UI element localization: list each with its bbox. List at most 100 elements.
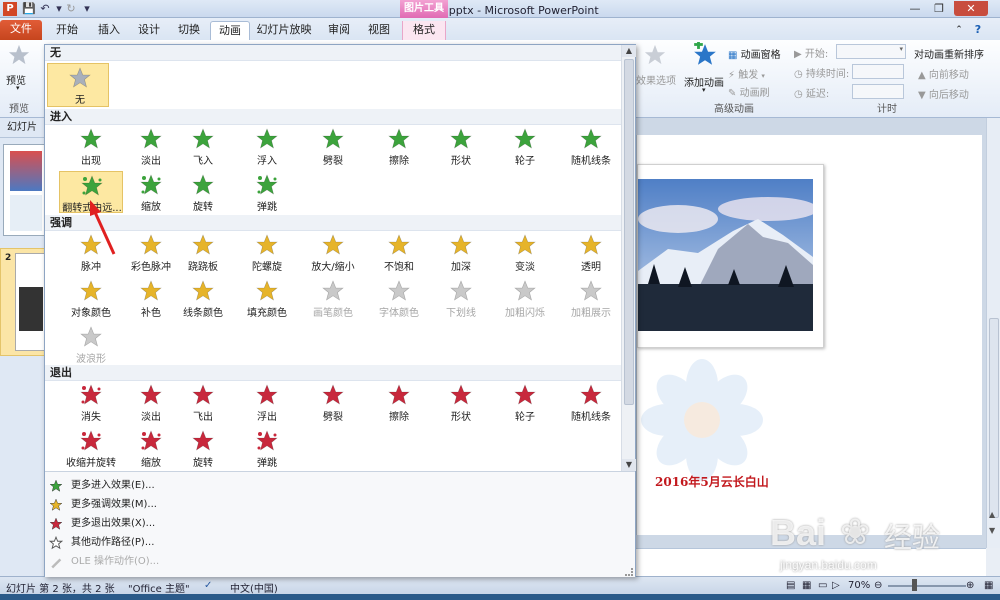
more-effects-menu-item-3[interactable]: 更多退出效果(X)...: [45, 514, 635, 533]
effect-label: 旋转: [193, 202, 213, 213]
tab-home[interactable]: 开始: [50, 21, 84, 40]
emphasis-effect-18[interactable]: 加粗展示: [559, 277, 621, 319]
emphasis-effect-12[interactable]: 线条颜色: [171, 277, 235, 319]
close-button[interactable]: ✕: [954, 1, 988, 16]
none-effect-1[interactable]: 无: [47, 63, 109, 107]
tab-format[interactable]: 格式: [402, 21, 446, 40]
start-select[interactable]: ▾: [836, 44, 906, 59]
emphasis-effect-7[interactable]: 加深: [429, 231, 493, 273]
resize-grip-icon[interactable]: [625, 568, 633, 576]
more-effects-menu-item-4[interactable]: 其他动作路径(P)...: [45, 533, 635, 552]
duration-stepper[interactable]: [852, 64, 904, 79]
more-effects-menu-item-1[interactable]: 更多进入效果(E)...: [45, 476, 635, 495]
slide-thumbnail-1[interactable]: [3, 144, 45, 236]
entrance-effect-6[interactable]: 擦除: [367, 125, 431, 167]
animation-pane-button[interactable]: ▦ 动画窗格: [728, 46, 781, 61]
emphasis-effect-16[interactable]: 下划线: [429, 277, 493, 319]
menu-item-label: 更多退出效果(X)...: [71, 518, 156, 529]
more-effects-menu-item-5[interactable]: OLE 操作动作(O)...: [45, 552, 635, 571]
trigger-button[interactable]: ⚡ 触发 ▾: [728, 66, 765, 81]
slide-caption[interactable]: 2016年5月云长白山: [655, 473, 769, 490]
exit-effect-9[interactable]: 随机线条: [559, 381, 621, 423]
slide-thumbnail-2-selected[interactable]: 2: [0, 248, 46, 356]
effect-label: 旋转: [193, 458, 213, 469]
emphasis-effect-4[interactable]: 陀螺旋: [235, 231, 299, 273]
tab-transitions[interactable]: 切换: [172, 21, 206, 40]
exit-effect-7[interactable]: 形状: [429, 381, 493, 423]
mountain-photo[interactable]: [638, 179, 813, 331]
delay-stepper[interactable]: [852, 84, 904, 99]
emphasis-effect-9[interactable]: 透明: [559, 231, 621, 273]
exit-effect-6[interactable]: 擦除: [367, 381, 431, 423]
slide-canvas[interactable]: 2016年5月云长白山: [636, 135, 982, 535]
slide-editing-area[interactable]: 2016年5月云长白山: [636, 118, 986, 548]
exit-effect-1[interactable]: 消失: [59, 381, 123, 423]
entrance-effect-3[interactable]: 飞入: [171, 125, 235, 167]
advanced-animation-group-label: 高级动画: [714, 104, 754, 115]
effect-label: 劈裂: [323, 156, 343, 167]
gallery-scrollbar[interactable]: ▲ ▼: [621, 45, 636, 471]
minimize-button[interactable]: —: [904, 1, 926, 16]
exit-star-icon: [256, 384, 278, 405]
theme-name[interactable]: "Office 主题": [128, 580, 190, 595]
emphasis-effect-17[interactable]: 加粗闪烁: [493, 277, 557, 319]
exit-effect-10[interactable]: 收缩并旋转: [59, 427, 123, 469]
help-icon[interactable]: ?: [970, 21, 986, 40]
more-effects-menu-item-2[interactable]: 更多强调效果(M)...: [45, 495, 635, 514]
exit-effect-13[interactable]: 弹跳: [235, 427, 299, 469]
photo-frame[interactable]: [637, 164, 824, 348]
emphasis-effect-8[interactable]: 变淡: [493, 231, 557, 273]
emphasis-effect-19[interactable]: 波浪形: [59, 323, 123, 365]
emphasis-effect-14[interactable]: 画笔颜色: [301, 277, 365, 319]
emphasis-effect-10[interactable]: 对象颜色: [59, 277, 123, 319]
entrance-effect-9[interactable]: 随机线条: [559, 125, 621, 167]
tab-slide-show[interactable]: 幻灯片放映: [254, 21, 314, 40]
baidu-watermark: Bai ❀ 经验 jingyan.baidu.com: [770, 512, 1000, 582]
tab-review[interactable]: 审阅: [322, 21, 356, 40]
entrance-effect-13[interactable]: 弹跳: [235, 171, 299, 213]
emphasis-effect-3[interactable]: 跷跷板: [171, 231, 235, 273]
slide-vertical-scrollbar[interactable]: ▲ ▼: [986, 118, 1000, 548]
exit-effect-12[interactable]: 旋转: [171, 427, 235, 469]
tab-design[interactable]: 设计: [132, 21, 166, 40]
language-indicator[interactable]: 中文(中国): [230, 580, 278, 595]
animation-gallery-dropdown: 无 无 进入 出现淡出飞入浮入劈裂擦除形状轮子随机线条翻转式由远...缩放旋转弹…: [44, 44, 636, 577]
exit-effect-5[interactable]: 劈裂: [301, 381, 365, 423]
emphasis-star-icon: [580, 234, 602, 255]
restore-button[interactable]: ❐: [928, 1, 950, 16]
gallery-scroll-thumb[interactable]: [624, 59, 634, 405]
move-earlier-button[interactable]: ▲ 向前移动: [918, 66, 969, 81]
exit-effect-3[interactable]: 飞出: [171, 381, 235, 423]
entrance-effect-5[interactable]: 劈裂: [301, 125, 365, 167]
effect-label: 轮子: [515, 412, 535, 423]
exit-effect-4[interactable]: 浮出: [235, 381, 299, 423]
animation-painter-button[interactable]: ✎ 动画刷: [728, 84, 770, 99]
zoom-slider[interactable]: [888, 585, 966, 587]
preview-button[interactable]: 预览 ▾: [4, 42, 34, 102]
tab-insert[interactable]: 插入: [92, 21, 126, 40]
entrance-effect-7[interactable]: 形状: [429, 125, 493, 167]
scroll-down-icon[interactable]: ▼: [622, 459, 636, 471]
move-later-button[interactable]: ▼ 向后移动: [918, 86, 969, 101]
emphasis-effect-15[interactable]: 字体颜色: [367, 277, 431, 319]
emphasis-effect-5[interactable]: 放大/缩小: [301, 231, 365, 273]
tab-view[interactable]: 视图: [362, 21, 396, 40]
emphasis-effect-13[interactable]: 填充颜色: [235, 277, 299, 319]
effect-options-button[interactable]: 效果选项: [636, 42, 676, 102]
effect-label: 下划线: [446, 308, 476, 319]
tab-file[interactable]: 文件: [0, 20, 42, 40]
add-animation-button[interactable]: 添加动画 ▾: [684, 42, 726, 102]
entrance-effect-1[interactable]: 出现: [59, 125, 123, 167]
exit-effect-8[interactable]: 轮子: [493, 381, 557, 423]
tab-animations[interactable]: 动画: [210, 21, 250, 40]
spell-check-icon[interactable]: ✓: [204, 580, 212, 591]
delay-icon: ◷: [794, 89, 803, 100]
entrance-effect-8[interactable]: 轮子: [493, 125, 557, 167]
ole-icon: [51, 558, 62, 569]
emphasis-star-icon: [322, 280, 344, 301]
emphasis-effect-6[interactable]: 不饱和: [367, 231, 431, 273]
entrance-effect-4[interactable]: 浮入: [235, 125, 299, 167]
minimize-ribbon-icon[interactable]: ⌃: [952, 21, 966, 40]
entrance-effect-12[interactable]: 旋转: [171, 171, 235, 213]
scroll-up-icon[interactable]: ▲: [622, 45, 636, 57]
